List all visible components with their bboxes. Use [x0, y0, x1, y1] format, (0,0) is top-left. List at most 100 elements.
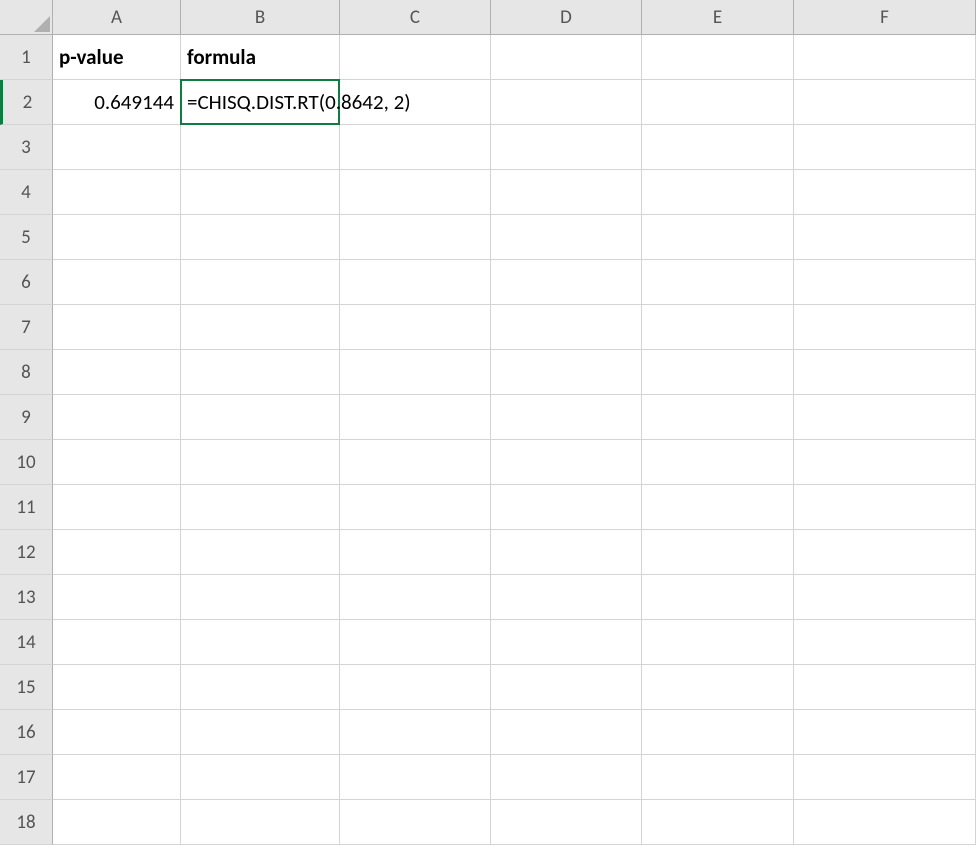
cell-B16[interactable] [181, 710, 340, 755]
cell-F8[interactable] [794, 350, 976, 395]
cell-E3[interactable] [642, 125, 794, 170]
cell-F1[interactable] [794, 35, 976, 80]
row-header-4[interactable]: 4 [0, 170, 53, 215]
cell-E7[interactable] [642, 305, 794, 350]
cell-A5[interactable] [53, 215, 181, 260]
cell-C13[interactable] [340, 575, 491, 620]
cell-C3[interactable] [340, 125, 491, 170]
cell-D18[interactable] [491, 800, 642, 845]
cell-B15[interactable] [181, 665, 340, 710]
cell-F13[interactable] [794, 575, 976, 620]
cell-A2[interactable]: 0.649144 [53, 80, 181, 125]
cell-D11[interactable] [491, 485, 642, 530]
cell-E16[interactable] [642, 710, 794, 755]
cell-A3[interactable] [53, 125, 181, 170]
cell-D13[interactable] [491, 575, 642, 620]
cell-F14[interactable] [794, 620, 976, 665]
cell-F10[interactable] [794, 440, 976, 485]
col-header-E[interactable]: E [642, 0, 794, 35]
cell-A16[interactable] [53, 710, 181, 755]
cell-C11[interactable] [340, 485, 491, 530]
cell-C9[interactable] [340, 395, 491, 440]
cell-A12[interactable] [53, 530, 181, 575]
cell-B10[interactable] [181, 440, 340, 485]
cell-B17[interactable] [181, 755, 340, 800]
cell-E5[interactable] [642, 215, 794, 260]
cell-E6[interactable] [642, 260, 794, 305]
cell-D14[interactable] [491, 620, 642, 665]
row-header-11[interactable]: 11 [0, 485, 53, 530]
row-header-7[interactable]: 7 [0, 305, 53, 350]
cell-A9[interactable] [53, 395, 181, 440]
cell-B11[interactable] [181, 485, 340, 530]
cell-E8[interactable] [642, 350, 794, 395]
cell-E15[interactable] [642, 665, 794, 710]
cell-B7[interactable] [181, 305, 340, 350]
cell-D6[interactable] [491, 260, 642, 305]
col-header-F[interactable]: F [794, 0, 976, 35]
cell-A1[interactable]: p-value [53, 35, 181, 80]
row-header-6[interactable]: 6 [0, 260, 53, 305]
cell-C1[interactable] [340, 35, 491, 80]
row-header-10[interactable]: 10 [0, 440, 53, 485]
cell-E12[interactable] [642, 530, 794, 575]
cell-C17[interactable] [340, 755, 491, 800]
cell-C16[interactable] [340, 710, 491, 755]
cell-B8[interactable] [181, 350, 340, 395]
cell-C8[interactable] [340, 350, 491, 395]
cell-A18[interactable] [53, 800, 181, 845]
cell-B6[interactable] [181, 260, 340, 305]
cell-A14[interactable] [53, 620, 181, 665]
row-header-2[interactable]: 2 [0, 80, 53, 125]
cell-D15[interactable] [491, 665, 642, 710]
cell-F15[interactable] [794, 665, 976, 710]
row-header-13[interactable]: 13 [0, 575, 53, 620]
cell-C15[interactable] [340, 665, 491, 710]
cell-A10[interactable] [53, 440, 181, 485]
row-header-5[interactable]: 5 [0, 215, 53, 260]
cell-A11[interactable] [53, 485, 181, 530]
select-all-corner[interactable] [0, 0, 53, 35]
cell-B1[interactable]: formula [181, 35, 340, 80]
cell-F12[interactable] [794, 530, 976, 575]
cell-C18[interactable] [340, 800, 491, 845]
cell-C5[interactable] [340, 215, 491, 260]
cell-D16[interactable] [491, 710, 642, 755]
cell-D2[interactable] [491, 80, 642, 125]
cell-D1[interactable] [491, 35, 642, 80]
cell-C10[interactable] [340, 440, 491, 485]
row-header-12[interactable]: 12 [0, 530, 53, 575]
cell-D9[interactable] [491, 395, 642, 440]
cell-F4[interactable] [794, 170, 976, 215]
cell-B9[interactable] [181, 395, 340, 440]
cell-A15[interactable] [53, 665, 181, 710]
cell-C4[interactable] [340, 170, 491, 215]
cell-F6[interactable] [794, 260, 976, 305]
cell-B12[interactable] [181, 530, 340, 575]
cell-F7[interactable] [794, 305, 976, 350]
cell-F5[interactable] [794, 215, 976, 260]
cell-F11[interactable] [794, 485, 976, 530]
row-header-18[interactable]: 18 [0, 800, 53, 845]
cell-D5[interactable] [491, 215, 642, 260]
row-header-16[interactable]: 16 [0, 710, 53, 755]
cell-D3[interactable] [491, 125, 642, 170]
row-header-14[interactable]: 14 [0, 620, 53, 665]
cell-D17[interactable] [491, 755, 642, 800]
row-header-3[interactable]: 3 [0, 125, 53, 170]
cell-E18[interactable] [642, 800, 794, 845]
row-header-15[interactable]: 15 [0, 665, 53, 710]
cell-D8[interactable] [491, 350, 642, 395]
cell-F9[interactable] [794, 395, 976, 440]
cell-A6[interactable] [53, 260, 181, 305]
col-header-B[interactable]: B [181, 0, 340, 35]
col-header-C[interactable]: C [340, 0, 491, 35]
row-header-17[interactable]: 17 [0, 755, 53, 800]
cell-C12[interactable] [340, 530, 491, 575]
cell-D7[interactable] [491, 305, 642, 350]
col-header-A[interactable]: A [53, 0, 181, 35]
cell-B14[interactable] [181, 620, 340, 665]
cell-E2[interactable] [642, 80, 794, 125]
cell-A17[interactable] [53, 755, 181, 800]
cell-A7[interactable] [53, 305, 181, 350]
